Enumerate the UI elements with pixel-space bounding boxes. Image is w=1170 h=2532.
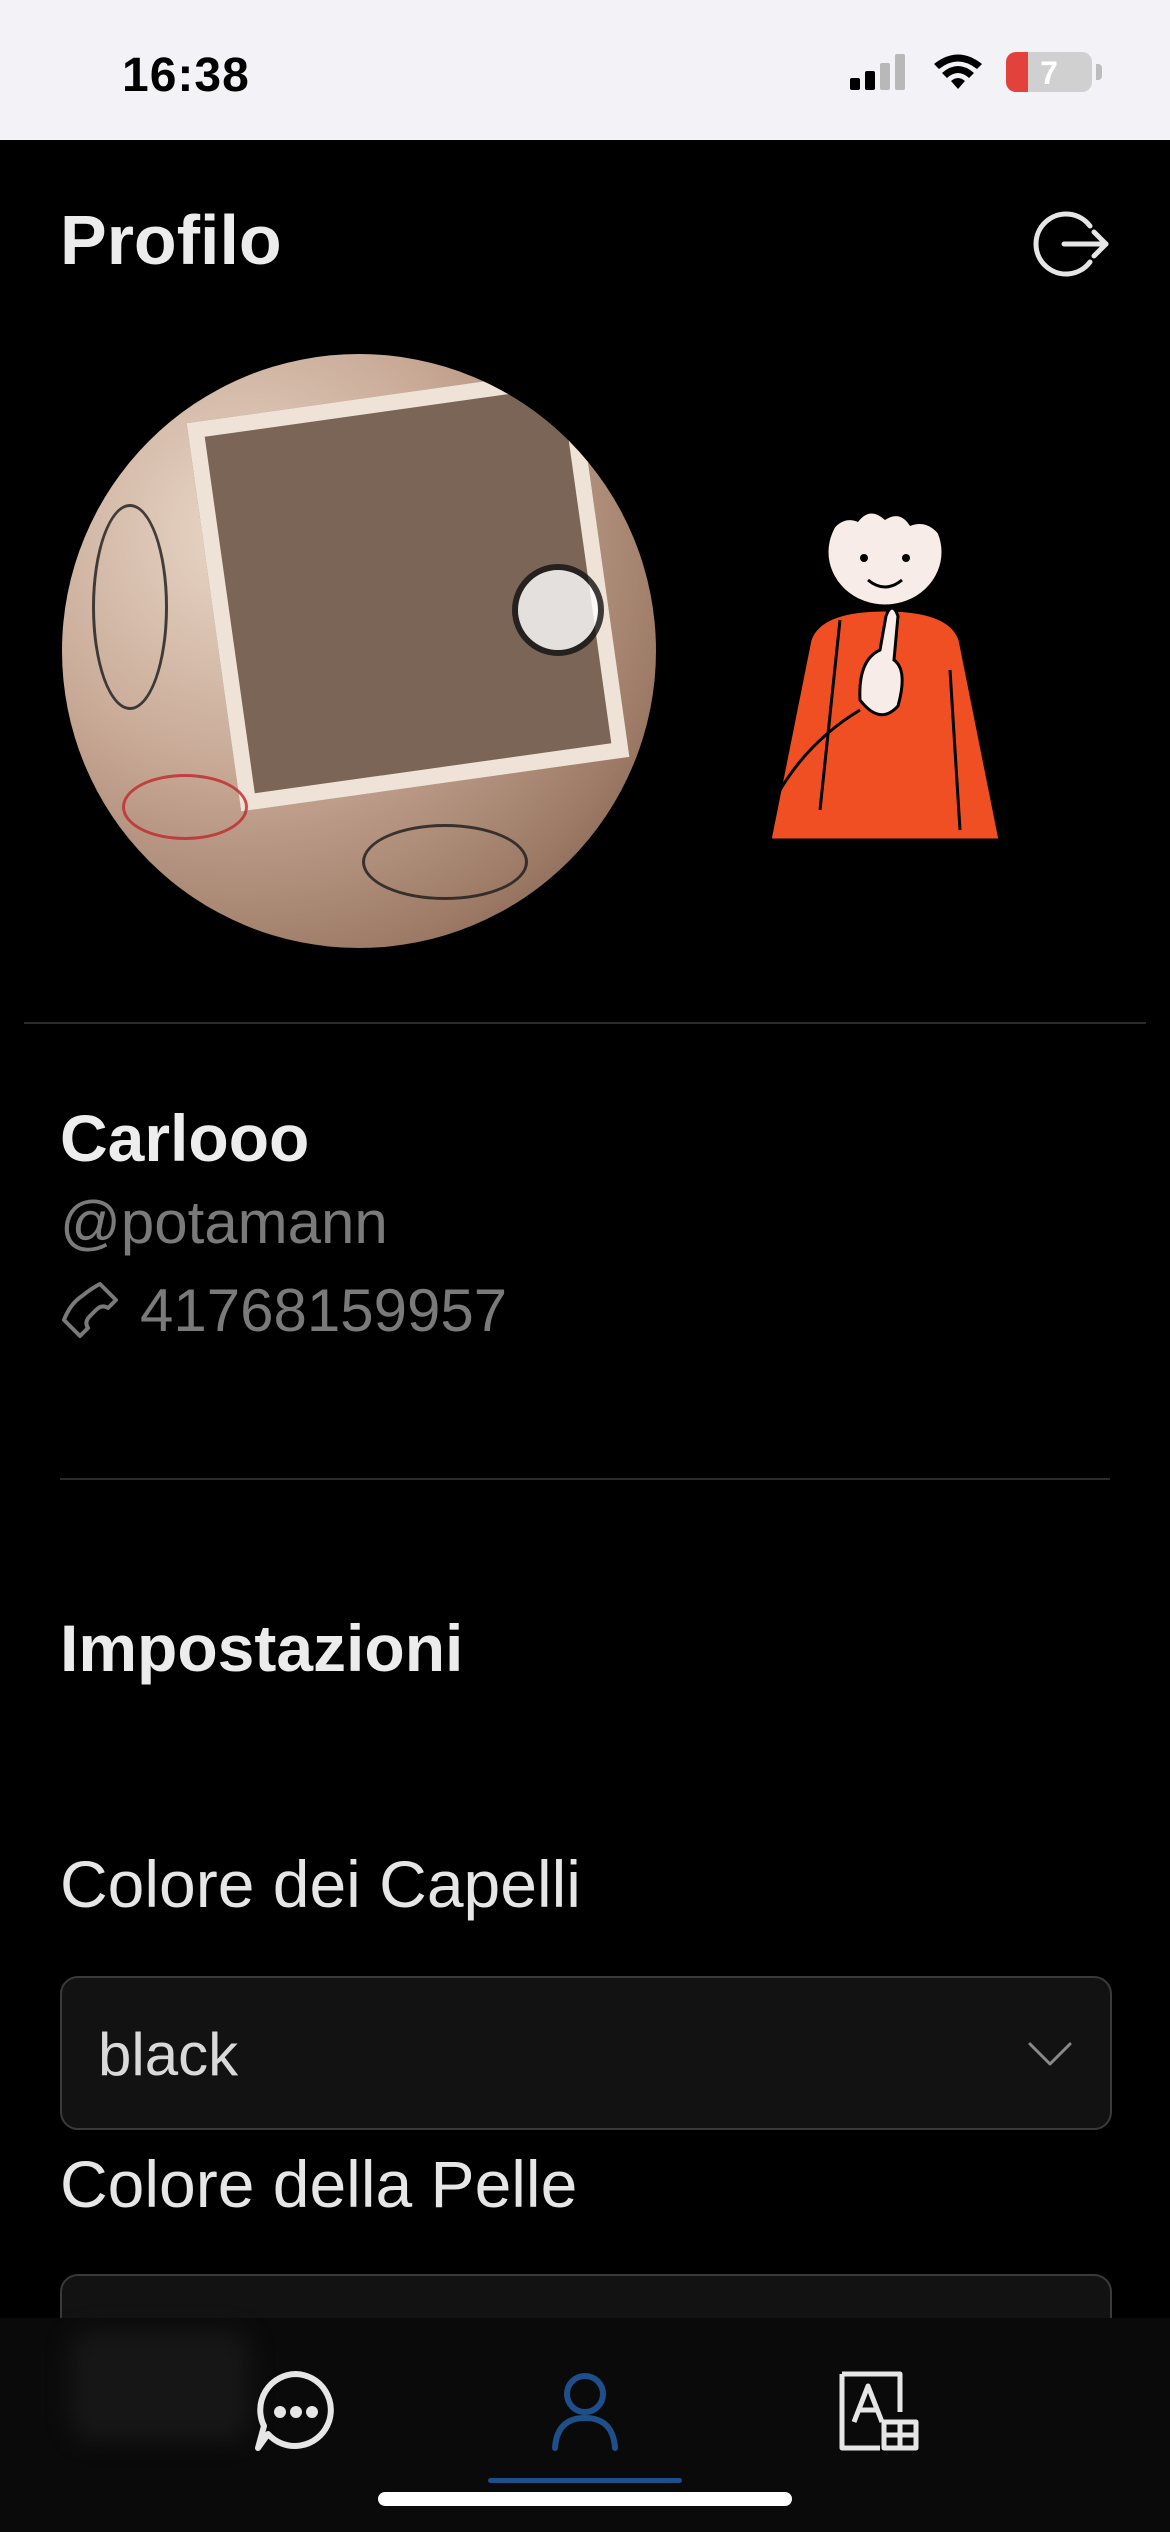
phone-row: 41768159957 <box>60 1276 507 1345</box>
divider <box>24 1022 1146 1024</box>
tab-profile[interactable] <box>535 2360 635 2460</box>
username: @potamann <box>60 1189 388 1256</box>
wifi-icon <box>934 54 982 89</box>
graffiti-mark <box>122 774 248 840</box>
chat-icon <box>255 2371 334 2451</box>
profile-icon <box>552 2373 618 2451</box>
hair-color-label: Colore dei Capelli <box>60 1847 581 1921</box>
tab-bar-blur <box>70 2330 250 2440</box>
divider <box>60 1478 1110 1480</box>
status-icons: 7 <box>850 52 1102 92</box>
status-bar: 16:38 7 <box>0 0 1170 140</box>
phone-icon <box>62 1281 118 1338</box>
graffiti-mark <box>362 824 528 900</box>
profile-photo[interactable] <box>62 354 656 948</box>
graffiti-mark <box>512 564 604 656</box>
tab-symbols[interactable] <box>830 2360 930 2460</box>
display-name: Carlooo <box>60 1101 310 1175</box>
logout-button[interactable] <box>1032 204 1112 284</box>
chevron-down-icon <box>1028 2042 1072 2066</box>
phone-number: 41768159957 <box>140 1277 508 1344</box>
battery-level: 7 <box>1040 55 1058 91</box>
tab-chat[interactable] <box>246 2360 346 2460</box>
symbol-translate-icon <box>839 2371 919 2451</box>
battery-icon: 7 <box>1006 52 1102 92</box>
hair-color-select[interactable]: black <box>60 1976 1112 2130</box>
hair-color-value: black <box>98 2021 239 2088</box>
avatar-illustration <box>768 484 1002 840</box>
page-title: Profilo <box>60 201 282 279</box>
cellular-signal-icon <box>850 54 905 90</box>
skin-color-label: Colore della Pelle <box>60 2147 578 2221</box>
logout-icon <box>1033 211 1109 277</box>
graffiti-mark <box>92 504 168 710</box>
status-time: 16:38 <box>122 49 250 102</box>
active-tab-indicator <box>488 2478 682 2483</box>
settings-title: Impostazioni <box>60 1611 464 1685</box>
home-indicator <box>378 2492 792 2506</box>
